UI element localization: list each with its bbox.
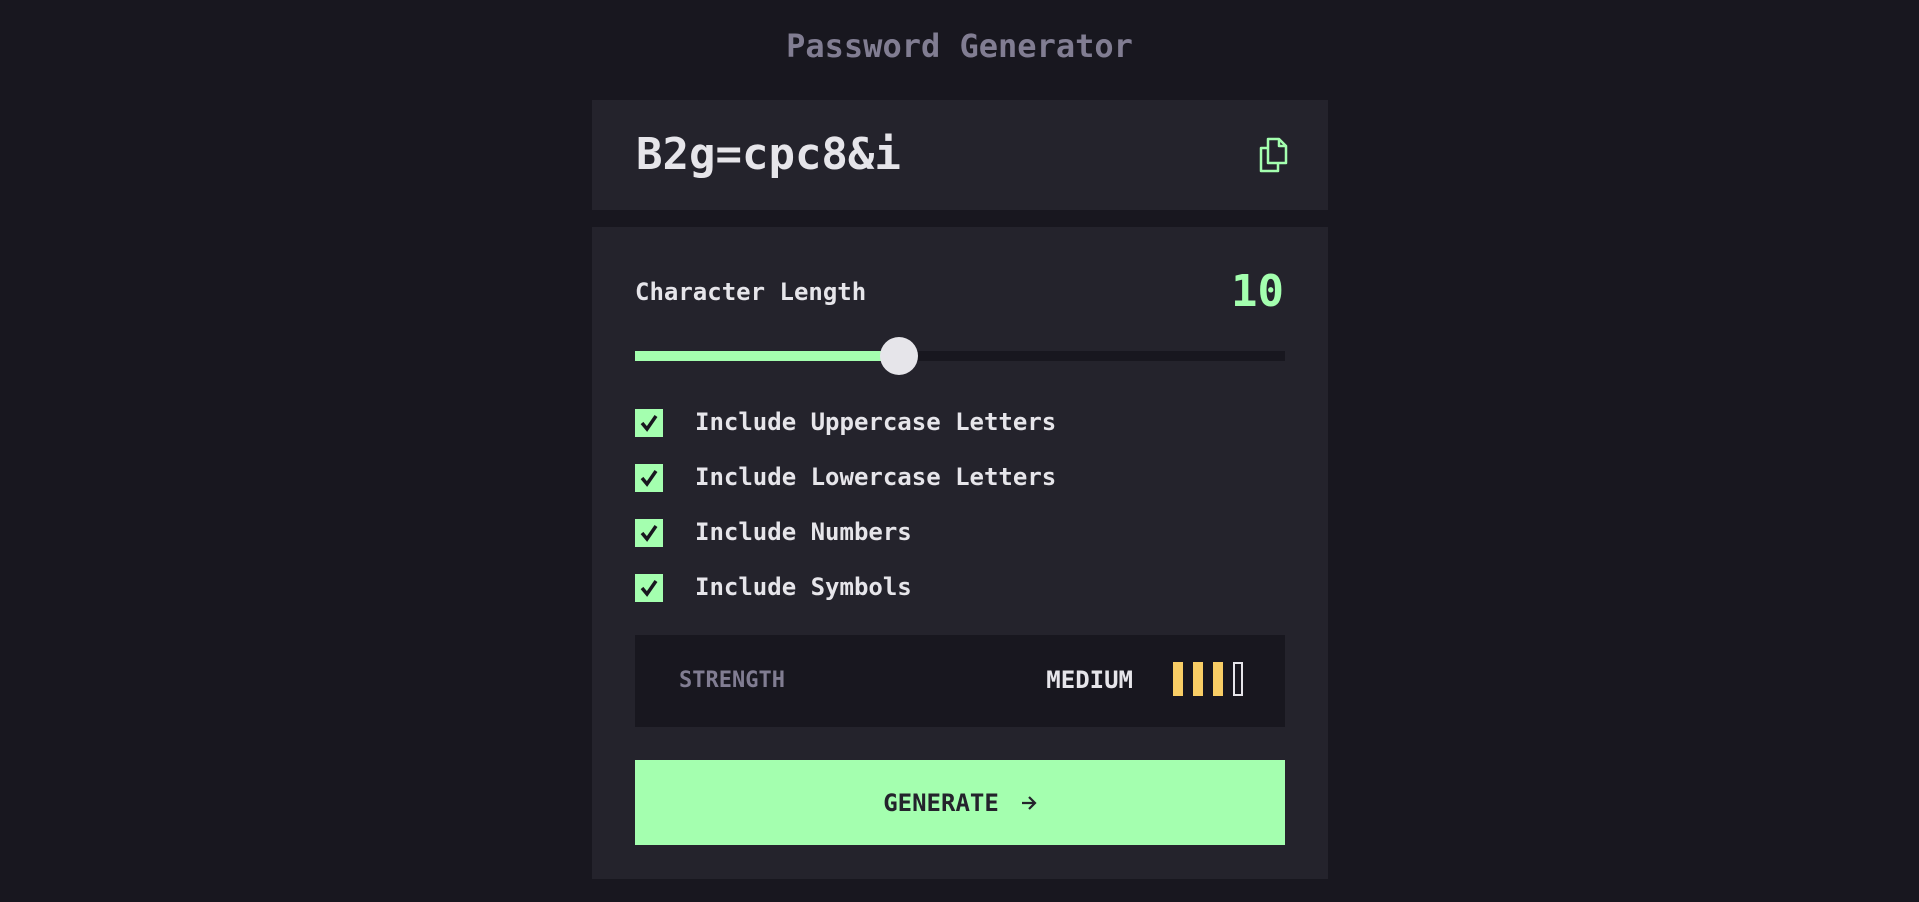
option-numbers[interactable]: Include Numbers bbox=[635, 518, 1056, 574]
slider-thumb[interactable] bbox=[879, 337, 918, 375]
page-title: Password Generator bbox=[786, 27, 1133, 65]
strength-label: STRENGTH bbox=[679, 668, 785, 693]
arrow-right-icon bbox=[1021, 795, 1037, 810]
check-icon bbox=[640, 415, 658, 432]
generate-label: GENERATE bbox=[883, 788, 999, 817]
check-icon bbox=[640, 580, 658, 597]
strength-bar bbox=[1193, 662, 1203, 696]
password-text: B2g=cpc8&i bbox=[636, 129, 901, 180]
strength-bar bbox=[1233, 662, 1243, 696]
options-list: Include Uppercase Letters Include Lowerc… bbox=[635, 408, 1057, 629]
lowercase-label: Include Lowercase Letters bbox=[695, 463, 1057, 491]
uppercase-checkbox[interactable] bbox=[635, 409, 663, 437]
lowercase-checkbox[interactable] bbox=[635, 464, 663, 492]
character-length-label: Character Length bbox=[635, 278, 867, 306]
numbers-checkbox[interactable] bbox=[635, 519, 663, 547]
symbols-checkbox[interactable] bbox=[635, 574, 663, 602]
option-uppercase[interactable]: Include Uppercase Letters bbox=[635, 408, 1057, 464]
password-display: B2g=cpc8&i bbox=[592, 100, 1328, 210]
generate-button[interactable]: GENERATE bbox=[635, 760, 1285, 845]
copy-icon bbox=[1259, 137, 1288, 173]
numbers-label: Include Numbers bbox=[695, 518, 912, 546]
uppercase-label: Include Uppercase Letters bbox=[695, 408, 1057, 436]
slider-fill bbox=[635, 351, 899, 361]
check-icon bbox=[640, 525, 658, 542]
option-lowercase[interactable]: Include Lowercase Letters bbox=[635, 463, 1057, 519]
strength-bar bbox=[1213, 662, 1223, 696]
strength-value: MEDIUM bbox=[1046, 666, 1133, 694]
symbols-label: Include Symbols bbox=[695, 573, 912, 601]
strength-meter: STRENGTH MEDIUM bbox=[635, 635, 1285, 727]
option-symbols[interactable]: Include Symbols bbox=[635, 573, 1056, 629]
length-slider[interactable] bbox=[635, 337, 1285, 375]
check-icon bbox=[640, 470, 658, 487]
strength-bar bbox=[1173, 662, 1183, 696]
character-length-value: 10 bbox=[1231, 266, 1284, 317]
strength-bars bbox=[1173, 662, 1243, 696]
copy-button[interactable] bbox=[1258, 137, 1288, 173]
settings-panel: Character Length 10 Include Uppercase Le… bbox=[592, 227, 1328, 879]
